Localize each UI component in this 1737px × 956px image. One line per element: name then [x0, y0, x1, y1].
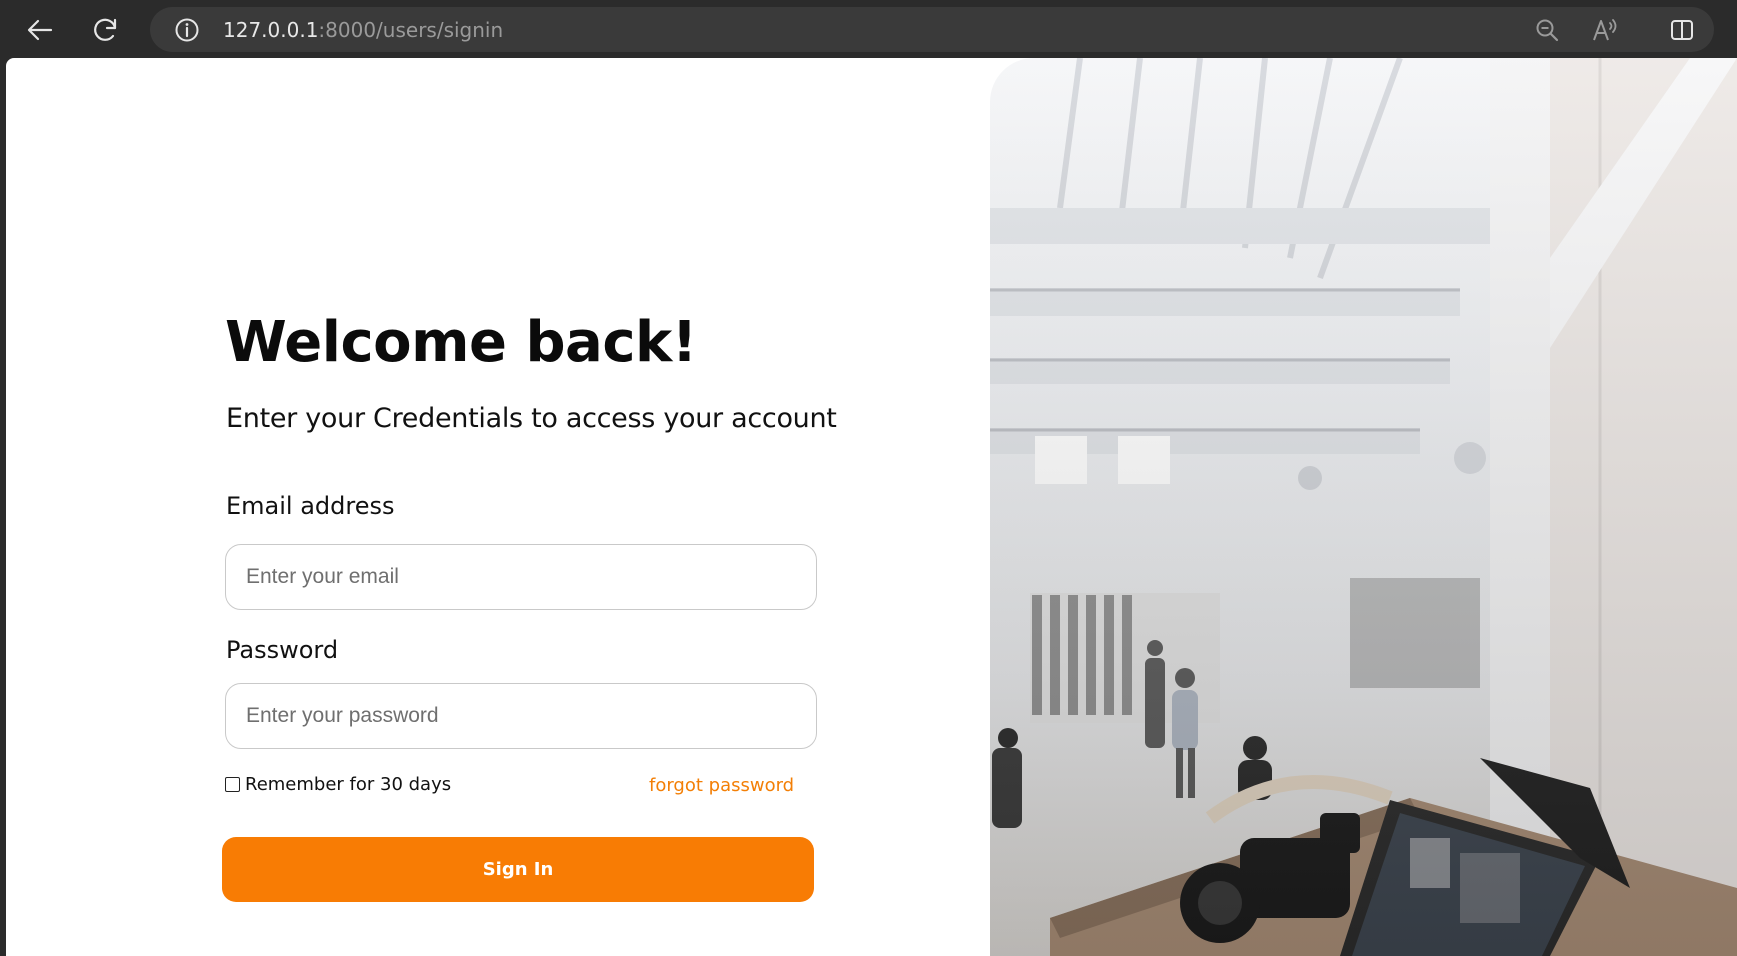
remember-me: Remember for 30 days	[225, 774, 451, 795]
signin-form: Welcome back! Enter your Credentials to …	[6, 58, 990, 956]
email-input[interactable]	[225, 544, 817, 610]
read-aloud-icon	[1593, 19, 1617, 41]
page-title: Welcome back!	[225, 310, 697, 375]
address-bar[interactable]: 127.0.0.1:8000/users/signin	[150, 7, 1714, 52]
reload-button[interactable]	[84, 8, 128, 52]
sign-in-button[interactable]: Sign In	[222, 837, 814, 902]
read-aloud-button[interactable]	[1588, 13, 1622, 47]
password-label: Password	[226, 636, 339, 664]
zoom-out-icon	[1536, 19, 1559, 42]
split-screen-button[interactable]	[1664, 12, 1700, 48]
url-text[interactable]: 127.0.0.1:8000/users/signin	[223, 18, 503, 42]
page: Welcome back! Enter your Credentials to …	[6, 58, 1737, 956]
info-icon	[175, 18, 199, 42]
back-button[interactable]	[18, 8, 62, 52]
zoom-button[interactable]	[1530, 13, 1564, 47]
remember-checkbox[interactable]	[225, 777, 240, 792]
reload-icon	[94, 18, 117, 41]
forgot-password-link[interactable]: forgot password	[649, 775, 794, 796]
url-path: :8000/users/signin	[318, 18, 504, 42]
password-input[interactable]	[225, 683, 817, 749]
hero-image	[990, 58, 1737, 956]
back-arrow-icon	[27, 19, 53, 41]
site-info-button[interactable]	[172, 15, 202, 45]
page-subtitle: Enter your Credentials to access your ac…	[226, 403, 837, 434]
remember-label[interactable]: Remember for 30 days	[245, 774, 451, 795]
studio-photo	[990, 58, 1737, 956]
url-host: 127.0.0.1	[223, 18, 319, 42]
split-screen-icon	[1671, 20, 1693, 40]
browser-toolbar: 127.0.0.1:8000/users/signin	[0, 0, 1737, 58]
email-label: Email address	[226, 492, 395, 520]
